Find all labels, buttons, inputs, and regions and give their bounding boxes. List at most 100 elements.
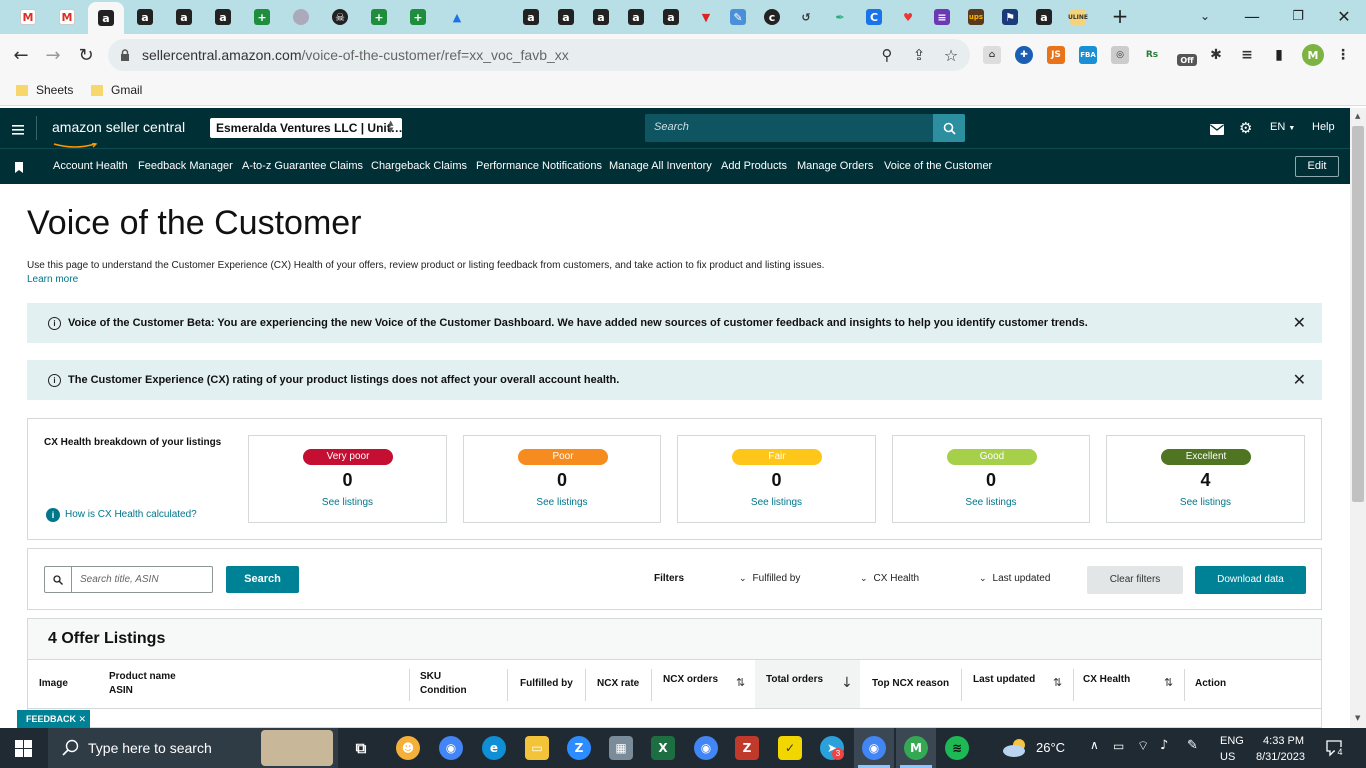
tab-ups[interactable]: ups [958,4,994,30]
tab-pen[interactable]: ✒ [822,4,858,30]
bookmark-star-icon[interactable]: ☆ [938,42,964,68]
tab-dark[interactable]: c [754,4,790,30]
tab-amazon[interactable]: a [653,4,689,30]
tab-gmail-2[interactable]: M [49,4,85,30]
search-button[interactable]: Search [226,566,299,593]
tab-amazon[interactable]: a [127,4,163,30]
clock[interactable]: 4:33 PM 8/31/2023 [1256,733,1305,765]
download-data-button[interactable]: Download data [1195,566,1306,594]
volume-icon[interactable]: ♪ [1160,738,1168,753]
back-arrow-icon[interactable]: ← [8,42,34,68]
cx-health-filter[interactable]: ⌄ CX Health [860,573,919,584]
chrome-active-icon[interactable]: ◉ [862,736,886,760]
tab-pirate[interactable]: ☠ [322,4,358,30]
store-selector[interactable]: Esmeralda Ventures LLC | Unit… [210,118,402,138]
pen-tray-icon[interactable]: ✎ [1187,738,1198,753]
col-last-updated[interactable]: Last updated [973,673,1035,687]
taskbar-app-icon[interactable]: ☻ [396,736,420,760]
bookmark-sheets[interactable]: Sheets [16,83,73,97]
zoom-app-icon[interactable]: Z [567,736,591,760]
extension-icon[interactable]: FBA [1079,46,1097,64]
listing-search-input[interactable]: Search title, ASIN [44,566,213,593]
side-panel-icon[interactable]: ▮ [1270,46,1288,64]
see-listings-link[interactable]: See listings [678,497,875,508]
tab-amazon[interactable]: a [205,4,241,30]
col-total-orders[interactable]: Total orders [766,673,823,687]
tab-amazon[interactable]: a [548,4,584,30]
chrome-profile-icon[interactable]: ◉ [694,736,718,760]
extension-icon[interactable]: ⌂ [983,46,1001,64]
edge-icon[interactable]: e [482,736,506,760]
see-listings-link[interactable]: See listings [1107,497,1304,508]
see-listings-link[interactable]: See listings [249,497,446,508]
taskbar-search-box[interactable]: Type here to search [48,728,338,768]
tab-heart[interactable]: ♥ [890,4,926,30]
forward-arrow-icon[interactable]: → [40,42,66,68]
nav-a-to-z-claims[interactable]: A-to-z Guarantee Claims [242,160,363,172]
sort-arrows-icon[interactable]: ⇅ [736,676,745,689]
menu-kebab-icon[interactable]: ⋮ [1334,46,1352,64]
header-search-button[interactable] [933,114,965,142]
tab-amazon[interactable]: a [583,4,619,30]
extension-icon[interactable]: Rs [1143,46,1161,64]
tab-uline[interactable]: ULINE [1060,4,1096,30]
tab-flag[interactable]: ⚑ [992,4,1028,30]
scrollbar-thumb[interactable] [1352,126,1364,502]
tab-list[interactable]: ≡ [924,4,960,30]
cx-health-help-link[interactable]: How is CX Health calculated? [65,509,197,520]
see-listings-link[interactable]: See listings [464,497,660,508]
nav-feedback-manager[interactable]: Feedback Manager [138,160,233,172]
extension-off-badge[interactable]: Off [1177,54,1197,66]
chrome-profile-m-icon[interactable]: M [904,736,928,760]
tab-amazon[interactable]: a [166,4,202,30]
nav-performance-notifications[interactable]: Performance Notifications [476,160,602,172]
scroll-down-icon[interactable]: ▼ [1355,714,1360,722]
new-tab-button[interactable]: + [1100,4,1140,28]
hamburger-menu-icon[interactable] [12,122,24,135]
gear-icon[interactable]: ⚙ [1239,119,1252,137]
battery-icon[interactable]: ▭ [1113,739,1124,753]
nav-chargeback-claims[interactable]: Chargeback Claims [371,160,467,172]
extension-icon[interactable]: JS [1047,46,1065,64]
bookmark-gmail[interactable]: Gmail [91,83,142,97]
minimize-button[interactable]: — [1232,4,1272,28]
tab-amazon[interactable]: a [618,4,654,30]
task-view-icon[interactable]: ⧉ [349,736,373,760]
tab-amazon-active[interactable]: a [88,2,124,34]
header-search[interactable]: Search [645,114,965,142]
wifi-icon[interactable]: ⌔ [1137,738,1149,754]
address-bar[interactable]: sellercentral.amazon.com/voice-of-the-cu… [108,39,970,71]
nav-manage-orders[interactable]: Manage Orders [797,160,873,172]
nav-account-health[interactable]: Account Health [53,160,128,172]
tab-history[interactable]: ↺ [788,4,824,30]
tab-sheets[interactable]: + [244,4,280,30]
zoom-icon[interactable]: ⚲ [874,42,900,68]
col-cx-health[interactable]: CX Health [1083,673,1130,687]
profile-avatar[interactable]: M [1302,44,1324,66]
mail-icon[interactable] [1210,122,1224,135]
tab-pencil[interactable]: ✎ [720,4,756,30]
clear-filters-button[interactable]: Clear filters [1087,566,1183,594]
chrome-icon[interactable]: ◉ [439,736,463,760]
see-listings-link[interactable]: See listings [893,497,1089,508]
puzzle-icon[interactable]: ✱ [1207,46,1225,64]
media-icon[interactable]: ≡ [1238,46,1256,64]
sort-down-arrow-icon[interactable]: ↓ [841,675,853,691]
seller-central-logo[interactable]: amazon seller central [52,119,185,135]
close-window-button[interactable]: ✕ [1324,4,1364,28]
share-icon[interactable]: ⇪ [906,42,932,68]
tab-amazon[interactable]: a [513,4,549,30]
extension-icon[interactable]: ✚ [1015,46,1033,64]
tab-c[interactable]: C [856,4,892,30]
windows-start-icon[interactable] [15,740,32,757]
edit-favorites-button[interactable]: Edit [1295,156,1339,177]
col-ncx-orders[interactable]: NCX orders [663,673,718,687]
sticky-notes-icon[interactable]: ✓ [778,736,802,760]
sort-arrows-icon[interactable]: ⇅ [1053,676,1062,689]
file-explorer-icon[interactable]: ▭ [525,736,549,760]
calculator-icon[interactable]: ▦ [609,736,633,760]
scroll-up-icon[interactable]: ▲ [1355,112,1360,120]
restore-button[interactable]: ❐ [1278,4,1318,28]
tab-sheets[interactable]: + [361,4,397,30]
fulfilled-by-filter[interactable]: ⌄ Fulfilled by [739,573,800,584]
